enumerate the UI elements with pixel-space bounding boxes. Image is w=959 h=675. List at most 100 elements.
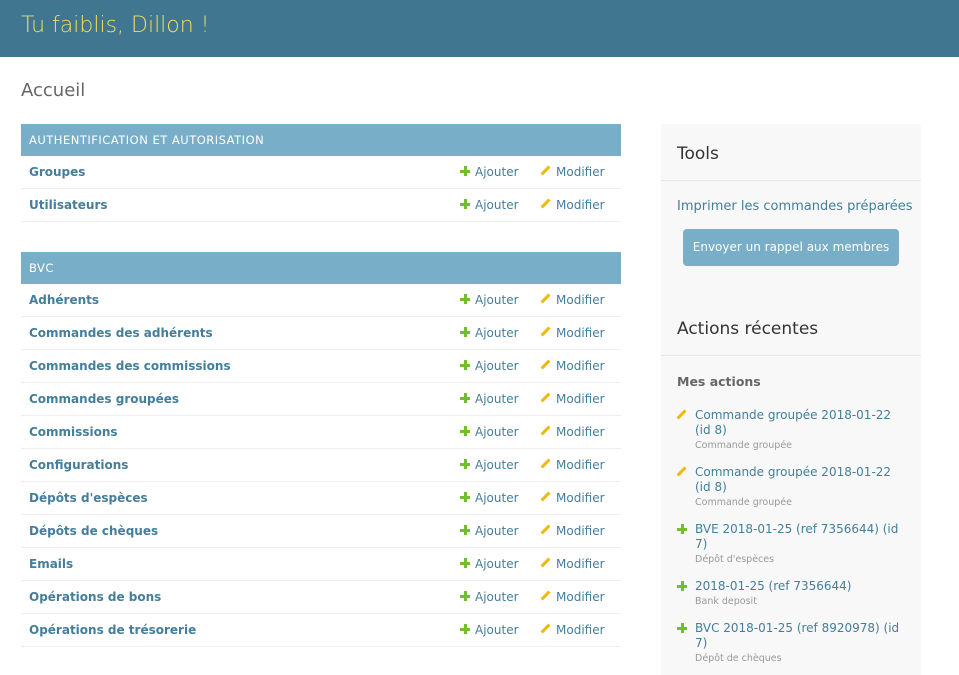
plus-icon xyxy=(460,426,470,436)
model-link[interactable]: Adhérents xyxy=(29,293,99,307)
add-link[interactable]: Ajouter xyxy=(460,165,519,179)
pencil-icon xyxy=(541,426,551,436)
add-link[interactable]: Ajouter xyxy=(460,524,519,538)
change-link[interactable]: Modifier xyxy=(541,425,605,439)
plus-icon xyxy=(460,294,470,304)
table-row: Emails Ajouter Modifier xyxy=(21,548,621,581)
table-row: Commandes groupées Ajouter Modifier xyxy=(21,383,621,416)
recent-action-type: Bank deposit xyxy=(695,596,757,607)
print-orders-link[interactable]: Imprimer les commandes préparées xyxy=(677,199,913,214)
table-row: Commandes des adhérents Ajouter Modifier xyxy=(21,317,621,350)
model-link[interactable]: Dépôts d'espèces xyxy=(29,491,148,505)
table-row: Groupes Ajouter Modifier xyxy=(21,156,621,189)
add-link[interactable]: Ajouter xyxy=(460,425,519,439)
recent-action-link[interactable]: Commande groupée 2018-01-22 (id 8) xyxy=(695,465,909,495)
change-link[interactable]: Modifier xyxy=(541,590,605,604)
add-link[interactable]: Ajouter xyxy=(460,359,519,373)
model-link[interactable]: Emails xyxy=(29,557,73,571)
table-row: Dépôts de chèques Ajouter Modifier xyxy=(21,515,621,548)
plus-icon xyxy=(460,199,470,209)
change-link[interactable]: Modifier xyxy=(541,198,605,212)
add-link[interactable]: Ajouter xyxy=(460,392,519,406)
plus-icon xyxy=(460,492,470,502)
table-row: Dépôts d'espèces Ajouter Modifier xyxy=(21,482,621,515)
pencil-icon xyxy=(541,459,551,469)
recent-action-type: Commande groupée xyxy=(695,440,792,451)
change-link[interactable]: Modifier xyxy=(541,392,605,406)
change-link[interactable]: Modifier xyxy=(541,326,605,340)
my-actions-heading: Mes actions xyxy=(677,374,761,389)
send-reminder-button[interactable]: Envoyer un rappel aux membres xyxy=(683,229,899,266)
pencil-icon xyxy=(677,467,687,477)
pencil-icon xyxy=(541,492,551,502)
add-link[interactable]: Ajouter xyxy=(460,557,519,571)
recent-action-link[interactable]: BVE 2018-01-25 (ref 7356644) (id 7) xyxy=(695,522,909,552)
pencil-icon xyxy=(677,410,687,420)
add-link[interactable]: Ajouter xyxy=(460,590,519,604)
add-link[interactable]: Ajouter xyxy=(460,326,519,340)
recent-action-link[interactable]: BVC 2018-01-25 (ref 8920978) (id 7) xyxy=(695,621,909,651)
change-link[interactable]: Modifier xyxy=(541,359,605,373)
module-auth: AUTHENTIFICATION ET AUTORISATION Groupes… xyxy=(21,124,621,222)
module-bvc: BVC Adhérents Ajouter Modifier Commandes… xyxy=(21,252,621,647)
table-row: Utilisateurs Ajouter Modifier xyxy=(21,189,621,222)
recent-actions-title: Actions récentes xyxy=(677,319,819,339)
recent-action-type: Dépôt d'espèces xyxy=(695,554,775,565)
pencil-icon xyxy=(541,591,551,601)
model-link[interactable]: Dépôts de chèques xyxy=(29,524,158,538)
change-link[interactable]: Modifier xyxy=(541,557,605,571)
add-link[interactable]: Ajouter xyxy=(460,491,519,505)
header-bar: Tu faiblis, Dillon ! xyxy=(0,0,959,57)
pencil-icon xyxy=(541,393,551,403)
recent-action-type: Commande groupée xyxy=(695,497,792,508)
pencil-icon xyxy=(541,624,551,634)
add-link[interactable]: Ajouter xyxy=(460,623,519,637)
pencil-icon xyxy=(541,327,551,337)
model-link-utilisateurs[interactable]: Utilisateurs xyxy=(29,198,108,212)
breadcrumb[interactable]: Accueil xyxy=(21,80,85,101)
change-link[interactable]: Modifier xyxy=(541,623,605,637)
change-link[interactable]: Modifier xyxy=(541,458,605,472)
divider xyxy=(661,355,921,356)
table-row: Opérations de trésorerie Ajouter Modifie… xyxy=(21,614,621,647)
tools-title: Tools xyxy=(677,144,719,164)
model-link-groupes[interactable]: Groupes xyxy=(29,165,85,179)
plus-icon xyxy=(460,525,470,535)
plus-icon xyxy=(677,581,687,591)
plus-icon xyxy=(460,360,470,370)
model-link[interactable]: Opérations de trésorerie xyxy=(29,623,196,637)
recent-action-link[interactable]: Commande groupée 2018-01-22 (id 8) xyxy=(695,408,909,438)
table-row: Commissions Ajouter Modifier xyxy=(21,416,621,449)
change-link[interactable]: Modifier xyxy=(541,491,605,505)
pencil-icon xyxy=(541,360,551,370)
change-link[interactable]: Modifier xyxy=(541,165,605,179)
pencil-icon xyxy=(541,294,551,304)
table-row: Opérations de bons Ajouter Modifier xyxy=(21,581,621,614)
model-link[interactable]: Configurations xyxy=(29,458,128,472)
model-link[interactable]: Opérations de bons xyxy=(29,590,161,604)
model-link[interactable]: Commandes des commissions xyxy=(29,359,231,373)
model-link[interactable]: Commandes des adhérents xyxy=(29,326,213,340)
plus-icon xyxy=(677,623,687,633)
site-title[interactable]: Tu faiblis, Dillon ! xyxy=(21,13,210,38)
add-link[interactable]: Ajouter xyxy=(460,198,519,212)
sidebar: Tools Imprimer les commandes préparées E… xyxy=(661,124,921,675)
change-link[interactable]: Modifier xyxy=(541,524,605,538)
add-link[interactable]: Ajouter xyxy=(460,293,519,307)
plus-icon xyxy=(460,327,470,337)
add-link[interactable]: Ajouter xyxy=(460,458,519,472)
pencil-icon xyxy=(541,166,551,176)
pencil-icon xyxy=(541,199,551,209)
divider xyxy=(661,180,921,181)
plus-icon xyxy=(460,591,470,601)
model-link[interactable]: Commandes groupées xyxy=(29,392,179,406)
table-row: Adhérents Ajouter Modifier xyxy=(21,284,621,317)
change-link[interactable]: Modifier xyxy=(541,293,605,307)
plus-icon xyxy=(460,459,470,469)
recent-action-type: Dépôt de chèques xyxy=(695,653,782,664)
model-link[interactable]: Commissions xyxy=(29,425,118,439)
recent-action-link[interactable]: 2018-01-25 (ref 7356644) xyxy=(695,579,909,594)
table-row: Commandes des commissions Ajouter Modifi… xyxy=(21,350,621,383)
module-caption[interactable]: AUTHENTIFICATION ET AUTORISATION xyxy=(21,124,621,156)
module-caption[interactable]: BVC xyxy=(21,252,621,284)
